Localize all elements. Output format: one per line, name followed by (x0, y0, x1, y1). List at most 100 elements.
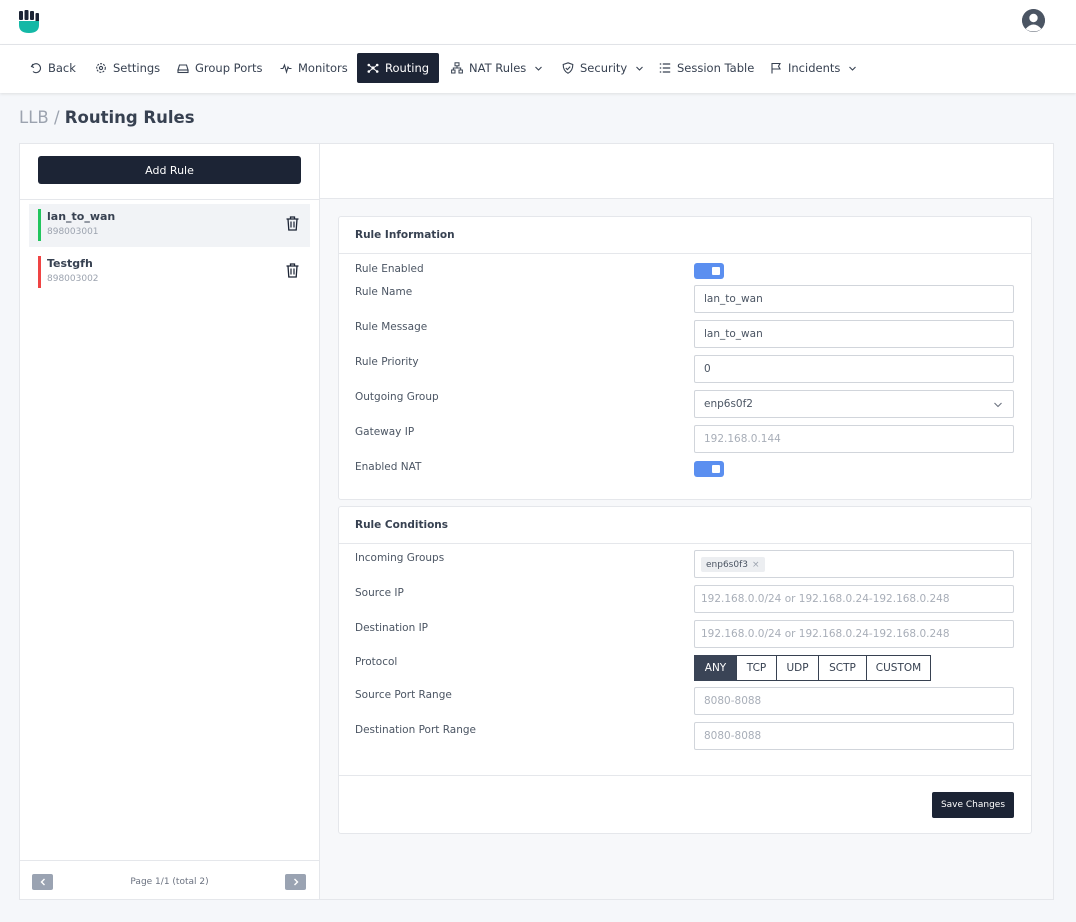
nav-settings-label: Settings (113, 61, 161, 75)
rule-enabled-label: Rule Enabled (355, 263, 424, 275)
nav-group-ports-label: Group Ports (195, 61, 263, 75)
rule-message-label: Rule Message (355, 321, 428, 333)
sitemap-icon (451, 62, 463, 74)
rule-id: 898003001 (47, 227, 99, 237)
nav-incidents[interactable]: Incidents (760, 53, 867, 83)
breadcrumb-separator: / (53, 108, 60, 127)
chevron-down-icon (535, 66, 543, 71)
rule-name-input[interactable]: lan_to_wan (694, 285, 1014, 313)
rule-list-item[interactable]: Testgfh 898003002 (29, 251, 310, 294)
top-bar (0, 0, 1076, 45)
tag-remove-icon[interactable]: × (752, 560, 760, 570)
incoming-groups-label: Incoming Groups (355, 552, 445, 564)
rule-name: lan_to_wan (47, 210, 116, 223)
outgoing-group-select[interactable]: enp6s0f2 (694, 390, 1014, 418)
rule-list-item[interactable]: lan_to_wan 898003001 (29, 204, 310, 247)
shield-check-icon (562, 62, 574, 74)
toggle-knob (712, 465, 720, 473)
rule-message-input[interactable]: lan_to_wan (694, 320, 1014, 348)
destination-port-range-label: Destination Port Range (355, 724, 477, 736)
chevron-right-icon (293, 878, 298, 886)
nav-security-label: Security (580, 61, 628, 75)
toggle-knob (712, 267, 720, 275)
incoming-group-tag: enp6s0f3 × (701, 557, 765, 572)
rule-editor-panel: Rule Information Rule Enabled Rule Name … (319, 143, 1054, 900)
rule-status-bar (38, 209, 41, 241)
tag-label: enp6s0f3 (706, 559, 748, 570)
nav-monitors[interactable]: Monitors (270, 53, 358, 83)
save-changes-button[interactable]: Save Changes (932, 792, 1014, 818)
outgoing-group-value: enp6s0f2 (704, 398, 753, 410)
incoming-groups-input[interactable]: enp6s0f3 × (694, 550, 1014, 578)
source-port-range-input[interactable]: 8080-8088 (694, 687, 1014, 715)
destination-ip-input[interactable]: 192.168.0.0/24 or 192.168.0.24-192.168.0… (694, 620, 1014, 648)
rule-name-label: Rule Name (355, 286, 413, 298)
nav-settings[interactable]: Settings (85, 53, 170, 83)
protocol-tcp-button[interactable]: TCP (736, 655, 777, 681)
nav-group-ports[interactable]: Group Ports (167, 53, 272, 83)
trash-icon[interactable] (286, 216, 299, 231)
network-icon (367, 63, 379, 73)
rule-priority-label: Rule Priority (355, 356, 419, 368)
rule-information-card: Rule Information Rule Enabled Rule Name … (338, 216, 1032, 500)
undo-icon (30, 63, 42, 74)
breadcrumb-root[interactable]: LLB (19, 108, 49, 127)
nav-session-table-label: Session Table (677, 61, 755, 75)
rule-enabled-toggle[interactable] (694, 263, 724, 279)
app-logo[interactable] (18, 10, 40, 34)
protocol-sctp-button[interactable]: SCTP (818, 655, 867, 681)
protocol-label: Protocol (355, 656, 398, 668)
user-avatar[interactable] (1022, 9, 1045, 32)
nav-routing[interactable]: Routing (357, 53, 439, 83)
protocol-custom-button[interactable]: CUSTOM (866, 655, 931, 681)
pagination: Page 1/1 (total 2) (20, 860, 319, 899)
add-rule-button[interactable]: Add Rule (38, 156, 301, 184)
editor-header (320, 144, 1053, 199)
flag-icon (771, 62, 781, 74)
protocol-any-button[interactable]: ANY (694, 655, 737, 681)
nav-bar: Back Settings Group Ports Monitors Routi… (0, 45, 1076, 93)
outgoing-group-label: Outgoing Group (355, 391, 439, 403)
source-ip-input[interactable]: 192.168.0.0/24 or 192.168.0.24-192.168.0… (694, 585, 1014, 613)
list-icon (659, 63, 671, 73)
destination-ip-label: Destination IP (355, 622, 429, 634)
card-footer: Save Changes (339, 775, 1031, 833)
nav-back[interactable]: Back (20, 53, 86, 83)
chevron-down-icon (849, 66, 857, 71)
destination-port-range-input[interactable]: 8080-8088 (694, 722, 1014, 750)
trash-icon[interactable] (286, 263, 299, 278)
gateway-ip-label: Gateway IP (355, 426, 415, 438)
breadcrumb: LLB / Routing Rules (19, 108, 195, 127)
nav-nat-rules-label: NAT Rules (469, 61, 527, 75)
nav-nat-rules[interactable]: NAT Rules (441, 53, 553, 83)
card-title: Rule Information (355, 229, 455, 241)
next-page-button[interactable] (285, 874, 306, 890)
rule-name: Testgfh (47, 257, 93, 270)
source-port-range-label: Source Port Range (355, 689, 452, 701)
card-header: Rule Information (339, 217, 1031, 254)
nav-back-label: Back (48, 61, 76, 75)
hdd-icon (177, 64, 189, 74)
page-title: Routing Rules (64, 108, 195, 127)
card-header: Rule Conditions (339, 507, 1031, 544)
card-title: Rule Conditions (355, 519, 449, 531)
protocol-udp-button[interactable]: UDP (776, 655, 819, 681)
rule-list-divider (20, 199, 319, 200)
rule-id: 898003002 (47, 274, 99, 284)
nav-monitors-label: Monitors (298, 61, 348, 75)
nav-routing-label: Routing (385, 61, 430, 75)
enabled-nat-label: Enabled NAT (355, 461, 422, 473)
pulse-icon (280, 63, 292, 74)
rule-conditions-card: Rule Conditions Incoming Groups enp6s0f3… (338, 506, 1032, 834)
protocol-selector: ANY TCP UDP SCTP CUSTOM (694, 655, 931, 681)
chevron-down-icon (994, 402, 1002, 408)
gateway-ip-input[interactable]: 192.168.0.144 (694, 425, 1014, 453)
enabled-nat-toggle[interactable] (694, 461, 724, 477)
gear-icon (96, 63, 106, 73)
rule-list-panel: Add Rule lan_to_wan 898003001 Testgfh 89… (19, 143, 320, 900)
source-ip-label: Source IP (355, 587, 404, 599)
nav-session-table[interactable]: Session Table (649, 53, 764, 83)
nav-security[interactable]: Security (552, 53, 654, 83)
pagination-status: Page 1/1 (total 2) (130, 877, 209, 887)
rule-priority-input[interactable]: 0 (694, 355, 1014, 383)
